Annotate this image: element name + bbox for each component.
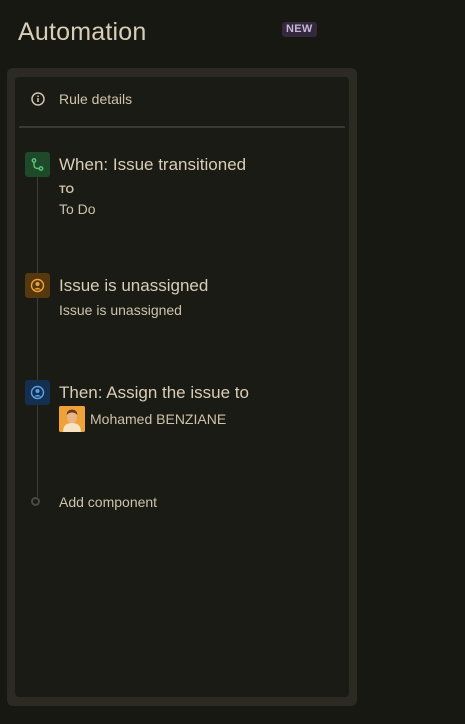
add-component-button[interactable]: Add component xyxy=(15,490,349,516)
branch-icon xyxy=(25,152,50,177)
new-badge: NEW xyxy=(282,22,317,37)
action-title: Then: Assign the issue to xyxy=(59,383,249,402)
condition-detail: Issue is unassigned xyxy=(59,302,182,318)
user-assign-icon xyxy=(25,380,50,405)
trigger-to-label: TO xyxy=(59,184,75,196)
page-header: Automation NEW xyxy=(18,16,318,50)
trigger-status-value: To Do xyxy=(59,201,96,217)
rule-panel: Rule details When: Issue transitioned TO… xyxy=(15,77,349,697)
add-component-label: Add component xyxy=(59,494,158,510)
divider xyxy=(19,126,345,128)
rule-details-label: Rule details xyxy=(59,91,133,107)
action-step[interactable]: Then: Assign the issue to Mohamed BENZIA… xyxy=(15,380,349,440)
user-unassigned-icon xyxy=(25,273,50,298)
rule-details-button[interactable]: Rule details xyxy=(15,77,349,121)
timeline-connector xyxy=(37,177,38,497)
info-icon xyxy=(31,92,45,106)
page-title: Automation xyxy=(18,18,147,46)
trigger-step[interactable]: When: Issue transitioned TO To Do xyxy=(15,152,349,222)
assignee-name: Mohamed BENZIANE xyxy=(90,411,227,427)
condition-step[interactable]: Issue is unassigned Issue is unassigned xyxy=(15,273,349,323)
rule-panel-frame: Rule details When: Issue transitioned TO… xyxy=(7,68,357,706)
condition-title: Issue is unassigned xyxy=(59,276,209,295)
avatar xyxy=(59,406,85,432)
trigger-title: When: Issue transitioned xyxy=(59,155,247,174)
automation-page: Automation NEW Rule details When: Issue … xyxy=(0,0,465,724)
add-component-dot-icon xyxy=(31,497,40,506)
